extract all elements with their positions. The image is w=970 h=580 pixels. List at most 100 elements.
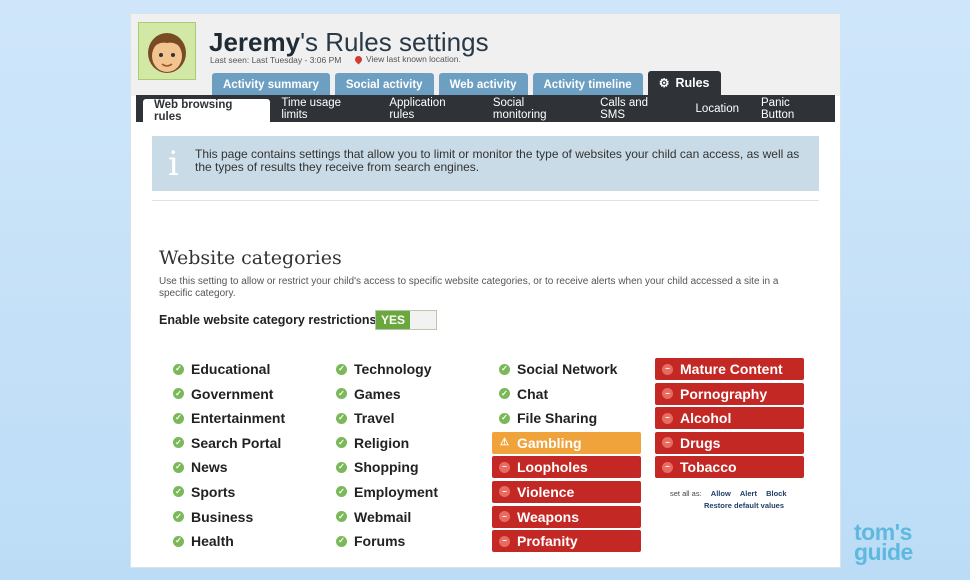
enable-restrictions-toggle[interactable]: YES — [375, 310, 437, 330]
allow-status-icon: ✓ — [173, 363, 184, 375]
category-item[interactable]: ✓ Travel — [329, 407, 478, 429]
view-location-label: View last known location. — [366, 54, 461, 64]
set-all-alert-link[interactable]: Alert — [740, 489, 757, 498]
category-label: File Sharing — [517, 410, 598, 427]
tab-rules-label: Rules — [675, 76, 710, 90]
category-item[interactable]: ✓ Games — [329, 383, 478, 405]
tab-activity-summary[interactable]: Activity summary — [212, 73, 330, 96]
category-item[interactable]: − Mature Content — [655, 358, 804, 380]
category-label: Technology — [354, 361, 432, 377]
info-box: i This page contains settings that allow… — [152, 136, 819, 191]
category-item[interactable]: ✓ Search Portal — [166, 432, 315, 454]
block-status-icon: − — [662, 412, 673, 424]
category-item[interactable]: − Profanity — [492, 530, 641, 553]
category-label: Webmail — [354, 508, 412, 525]
allow-status-icon: ✓ — [336, 535, 347, 547]
category-label: Employment — [354, 483, 439, 500]
category-label: Entertainment — [191, 410, 286, 427]
category-item[interactable]: − Tobacco — [655, 456, 804, 479]
category-column: − Mature Content − Pornography − Alcohol − Drug… — [655, 358, 804, 481]
category-label: Drugs — [680, 434, 721, 451]
category-item[interactable]: ✓ Educational — [166, 358, 315, 380]
block-status-icon: − — [662, 437, 673, 449]
allow-status-icon: ✓ — [336, 486, 347, 498]
category-item[interactable]: ✓ Chat — [492, 383, 641, 405]
category-item[interactable]: ✓ Social Network — [492, 358, 641, 380]
subtab-location[interactable]: Location — [685, 95, 750, 122]
category-item[interactable]: ✓ Webmail — [329, 506, 478, 528]
category-item[interactable]: − Pornography — [655, 382, 804, 405]
allow-status-icon: ✓ — [173, 511, 184, 523]
block-status-icon: − — [662, 363, 673, 375]
category-label: Travel — [354, 410, 395, 427]
category-item[interactable]: ✓ Shopping — [329, 456, 478, 478]
block-status-icon: − — [499, 461, 510, 473]
profile-header: Jeremy's Rules settings Last seen: Last … — [131, 14, 840, 96]
info-icon: i — [168, 144, 179, 184]
allow-status-icon: ✓ — [173, 486, 184, 498]
category-item[interactable]: ✓ Employment — [329, 481, 478, 503]
alert-status-icon: ⚠ — [500, 436, 509, 448]
category-item[interactable]: ✓ Technology — [329, 358, 478, 380]
category-item[interactable]: ✓ Health — [166, 530, 315, 552]
user-name: Jeremy — [209, 27, 301, 57]
category-item[interactable]: − Drugs — [655, 431, 804, 454]
category-item[interactable]: − Violence — [492, 480, 641, 503]
set-all-allow-link[interactable]: Allow — [711, 489, 731, 498]
category-label: Social Network — [517, 361, 618, 377]
allow-status-icon: ✓ — [173, 388, 184, 400]
subtab-calls-and-sms[interactable]: Calls and SMS — [589, 95, 684, 122]
toms-guide-logo: tom's guide — [854, 521, 950, 570]
allow-status-icon: ✓ — [499, 363, 510, 375]
category-label: Religion — [354, 434, 410, 451]
category-label: Search Portal — [191, 434, 282, 451]
subtab-panic-button[interactable]: Panic Button — [750, 95, 835, 122]
tab-web-activity[interactable]: Web activity — [438, 73, 528, 96]
subtab-web-browsing-rules[interactable]: Web browsing rules — [143, 99, 271, 123]
category-label: Business — [191, 508, 254, 525]
tab-rules[interactable]: ⚙ Rules — [647, 71, 721, 95]
set-all-block-link[interactable]: Block — [766, 489, 786, 498]
category-label: Health — [191, 533, 234, 550]
subtab-social-monitoring[interactable]: Social monitoring — [482, 95, 589, 122]
category-label: Sports — [191, 483, 236, 500]
category-item[interactable]: − Weapons — [492, 505, 641, 528]
divider — [152, 200, 819, 201]
restore-defaults-link[interactable]: Restore default values — [704, 501, 784, 510]
tab-activity-timeline[interactable]: Activity timeline — [532, 73, 643, 96]
allow-status-icon: ✓ — [336, 363, 347, 375]
block-status-icon: − — [499, 511, 510, 523]
avatar-face-icon — [148, 33, 186, 73]
category-label: Games — [354, 385, 401, 402]
category-item[interactable]: ✓ File Sharing — [492, 407, 641, 429]
category-item[interactable]: − Alcohol — [655, 407, 804, 430]
last-seen-text: Last seen: Last Tuesday - 3:06 PM — [210, 55, 342, 65]
category-label: Shopping — [354, 459, 419, 476]
category-item[interactable]: ⚠ Gambling — [492, 431, 641, 454]
location-pin-icon — [353, 54, 364, 64]
category-label: Loopholes — [517, 459, 588, 476]
category-item[interactable]: − Loopholes — [492, 456, 641, 479]
category-item[interactable]: ✓ Forums — [329, 530, 478, 552]
allow-status-icon: ✓ — [336, 388, 347, 400]
subtab-application-rules[interactable]: Application rules — [378, 95, 482, 122]
category-item[interactable]: ✓ News — [166, 456, 315, 478]
category-item[interactable]: ✓ Business — [166, 506, 315, 528]
category-label: Violence — [517, 483, 575, 500]
category-label: News — [191, 459, 228, 476]
category-item[interactable]: ✓ Government — [166, 383, 315, 405]
subtab-time-usage-limits[interactable]: Time usage limits — [270, 95, 378, 122]
view-location-link[interactable]: View last known location. — [353, 54, 461, 64]
category-item[interactable]: ✓ Religion — [329, 432, 478, 454]
info-text: This page contains settings that allow y… — [195, 147, 800, 174]
category-label: Weapons — [517, 508, 579, 525]
tab-social-activity[interactable]: Social activity — [334, 73, 434, 96]
settings-panel: Jeremy's Rules settings Last seen: Last … — [130, 13, 841, 568]
category-item[interactable]: ✓ Entertainment — [166, 407, 315, 429]
category-label: Mature Content — [680, 361, 783, 377]
section-title: Website categories — [159, 247, 342, 269]
category-label: Forums — [354, 533, 406, 550]
category-label: Tobacco — [680, 459, 737, 476]
allow-status-icon: ✓ — [499, 412, 510, 424]
category-item[interactable]: ✓ Sports — [166, 481, 315, 503]
